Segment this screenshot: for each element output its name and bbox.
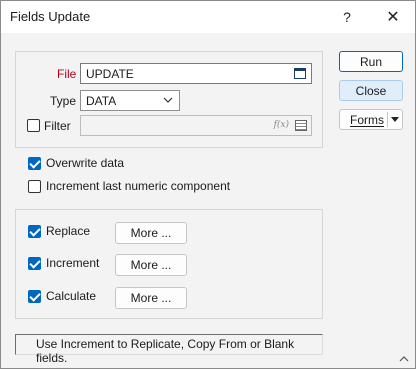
close-icon: ✕: [386, 9, 400, 26]
filter-input[interactable]: f(x): [80, 115, 312, 136]
file-label: File: [57, 67, 77, 81]
close-button[interactable]: Close: [339, 80, 403, 101]
status-text: Use Increment to Replicate, Copy From or…: [36, 337, 295, 365]
file-browse-icon[interactable]: [294, 68, 306, 79]
help-button[interactable]: ?: [325, 1, 369, 33]
increment-checkbox[interactable]: [28, 257, 41, 270]
chevron-down-icon: [163, 97, 173, 103]
window-title: Fields Update: [10, 9, 91, 24]
file-value: UPDATE: [86, 67, 134, 81]
type-label: Type: [50, 94, 77, 108]
fields-update-dialog: Fields Update ? ✕ File UPDATE Type DATA …: [0, 0, 416, 369]
increment-last-label: Increment last numeric component: [46, 179, 231, 193]
calculate-label: Calculate: [46, 289, 97, 303]
type-value: DATA: [86, 94, 117, 108]
forms-label: Forms: [350, 112, 384, 127]
calculate-more-button[interactable]: More ...: [115, 287, 187, 309]
function-icon[interactable]: f(x): [274, 120, 289, 130]
file-input[interactable]: UPDATE: [80, 63, 312, 84]
caret-down-icon[interactable]: [391, 117, 399, 123]
resize-grip-icon[interactable]: [398, 352, 410, 364]
table-icon[interactable]: [295, 120, 307, 131]
run-button[interactable]: Run: [339, 51, 403, 72]
increment-label: Increment: [46, 256, 100, 270]
type-select[interactable]: DATA: [80, 90, 180, 111]
status-bar: Use Increment to Replicate, Copy From or…: [15, 334, 323, 365]
forms-button[interactable]: Forms: [339, 109, 403, 130]
filter-label: Filter: [44, 119, 71, 133]
calculate-checkbox[interactable]: [28, 290, 41, 303]
title-bar: Fields Update ? ✕: [1, 1, 415, 33]
forms-divider: [387, 112, 388, 127]
close-window-button[interactable]: ✕: [371, 1, 415, 33]
file-group: File UPDATE Type DATA Filter f(x): [15, 51, 323, 148]
increment-last-checkbox[interactable]: [28, 180, 41, 193]
replace-checkbox[interactable]: [28, 225, 41, 238]
help-icon: ?: [343, 9, 351, 25]
replace-more-button[interactable]: More ...: [115, 222, 187, 244]
increment-more-button[interactable]: More ...: [115, 254, 187, 276]
filter-checkbox[interactable]: [27, 119, 40, 132]
overwrite-data-checkbox[interactable]: [28, 157, 41, 170]
overwrite-data-label: Overwrite data: [46, 156, 125, 170]
replace-label: Replace: [46, 224, 91, 238]
actions-group: Replace More ... Increment More ... Calc…: [15, 209, 323, 319]
